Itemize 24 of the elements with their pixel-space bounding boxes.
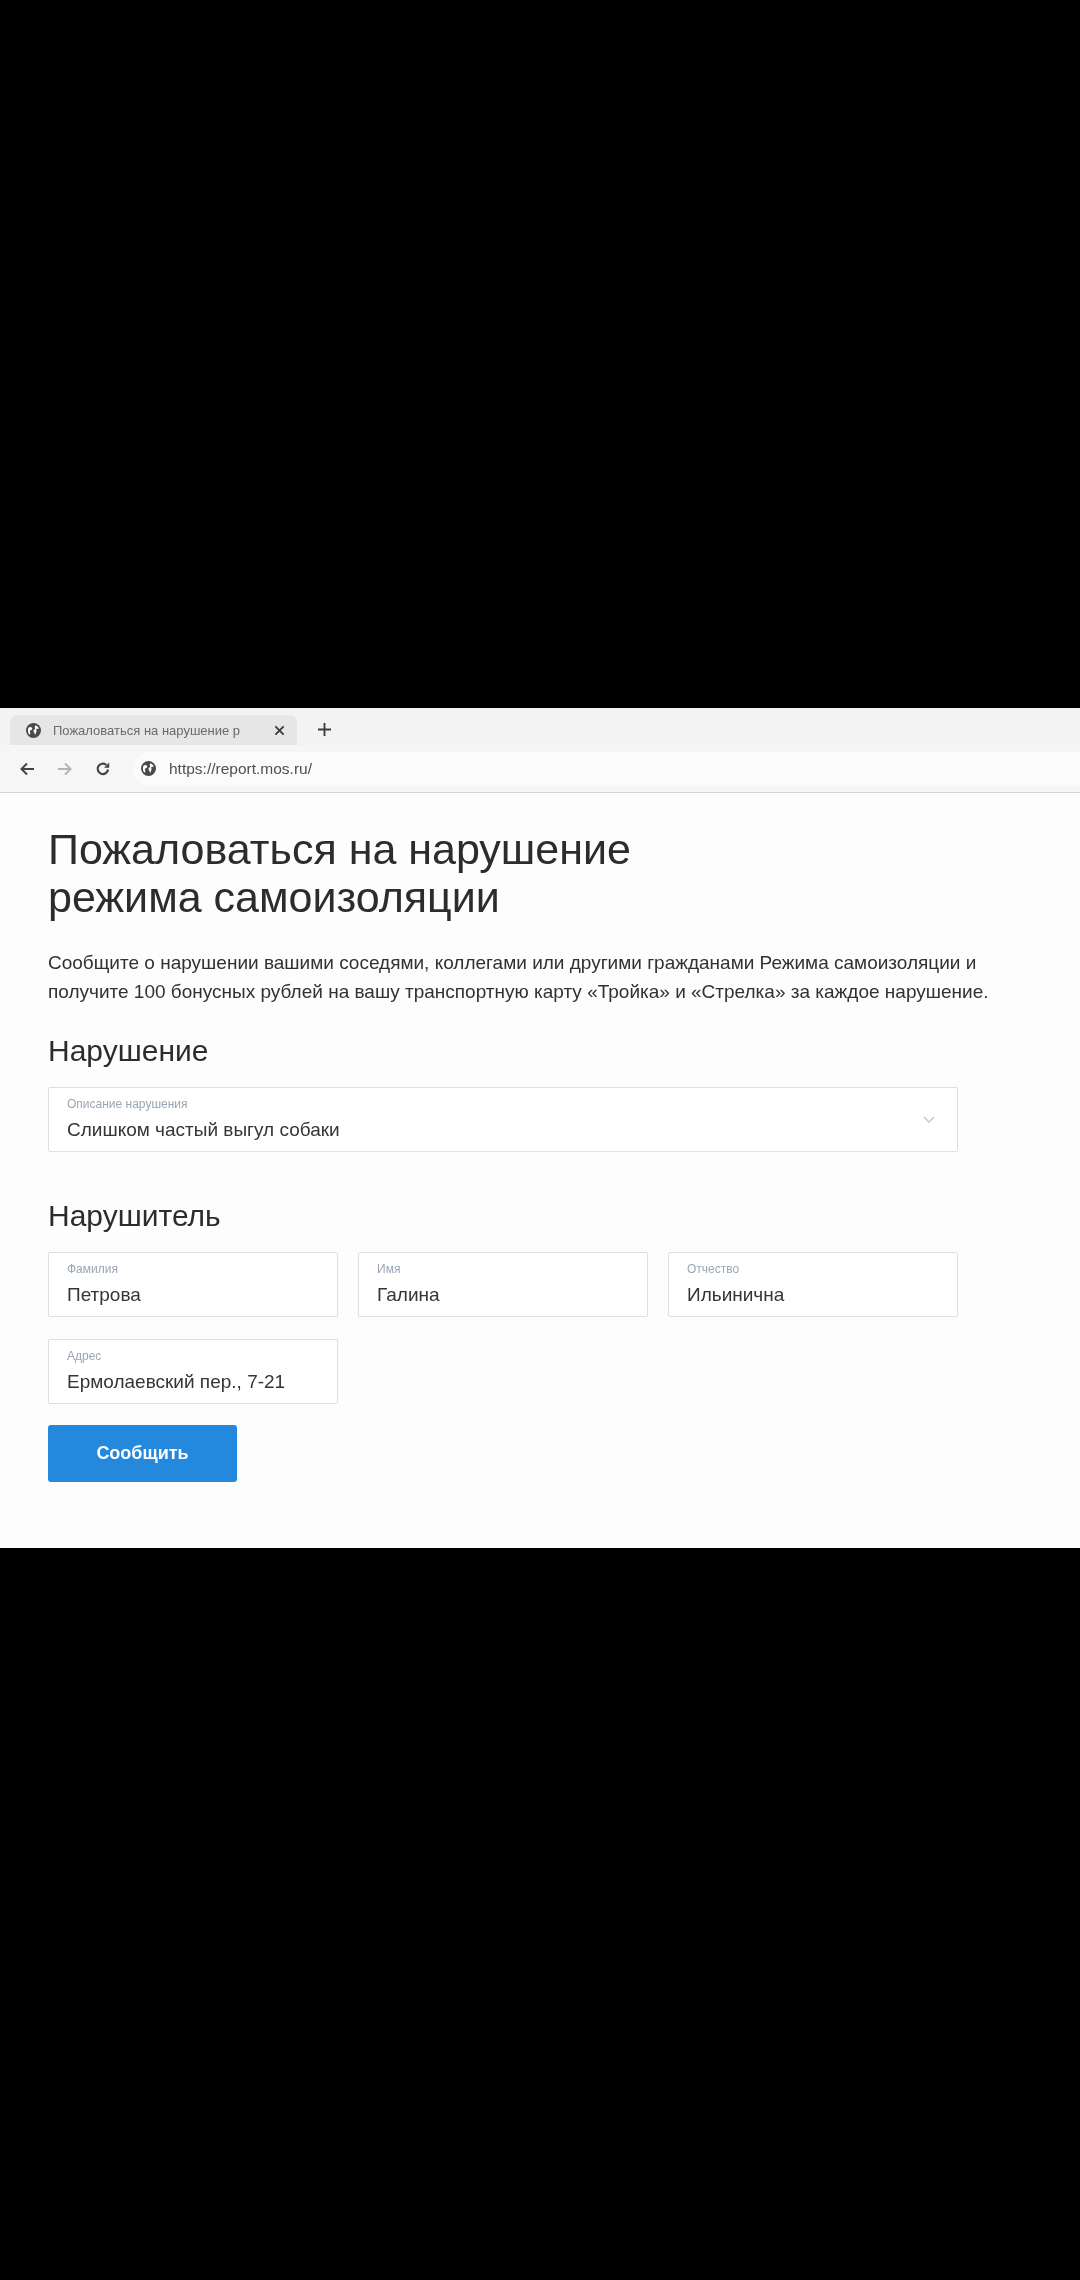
submit-button[interactable]: Сообщить <box>48 1425 237 1482</box>
chevron-down-icon <box>923 1116 935 1123</box>
field-label: Отчество <box>687 1262 741 1276</box>
plus-icon[interactable] <box>318 723 331 736</box>
text-field[interactable]: Отчество Ильинична <box>668 1252 958 1317</box>
field-label: Описание нарушения <box>67 1097 189 1111</box>
close-icon[interactable] <box>274 724 285 736</box>
field-label: Фамилия <box>67 1262 119 1276</box>
left-arrow-icon[interactable] <box>19 760 35 777</box>
browser-tab[interactable]: Пожаловаться на нарушение р <box>10 715 297 745</box>
text-field[interactable]: Фамилия Петрова <box>48 1252 338 1317</box>
section-heading: Нарушение <box>48 1033 210 1069</box>
page-title: Пожаловаться на нарушение режима самоизоляции <box>48 825 632 921</box>
field-label: Имя <box>377 1262 402 1276</box>
page-description: Сообщите о нарушении вашими соседями, коллегами или другими гражданами Режима самоизоляции и получите 100 бонусных рублей на вашу транспортную карту «Тройка» и «Стрелка» за каждое нарушение. <box>48 951 990 1004</box>
text-field[interactable]: Имя Галина <box>358 1252 648 1317</box>
address-bar[interactable]: https://report.mos.ru/ <box>133 751 1080 786</box>
section-heading: Нарушитель <box>48 1198 222 1234</box>
text-field[interactable]: Адрес Ермолаевский пер., 7-21 <box>48 1339 338 1404</box>
dropdown-field[interactable]: Описание нарушения Слишком частый выгул собаки <box>48 1087 958 1152</box>
globe-icon <box>26 722 41 738</box>
reload-icon[interactable] <box>95 760 111 777</box>
globe-icon <box>141 761 156 776</box>
field-label: Адрес <box>67 1349 103 1363</box>
